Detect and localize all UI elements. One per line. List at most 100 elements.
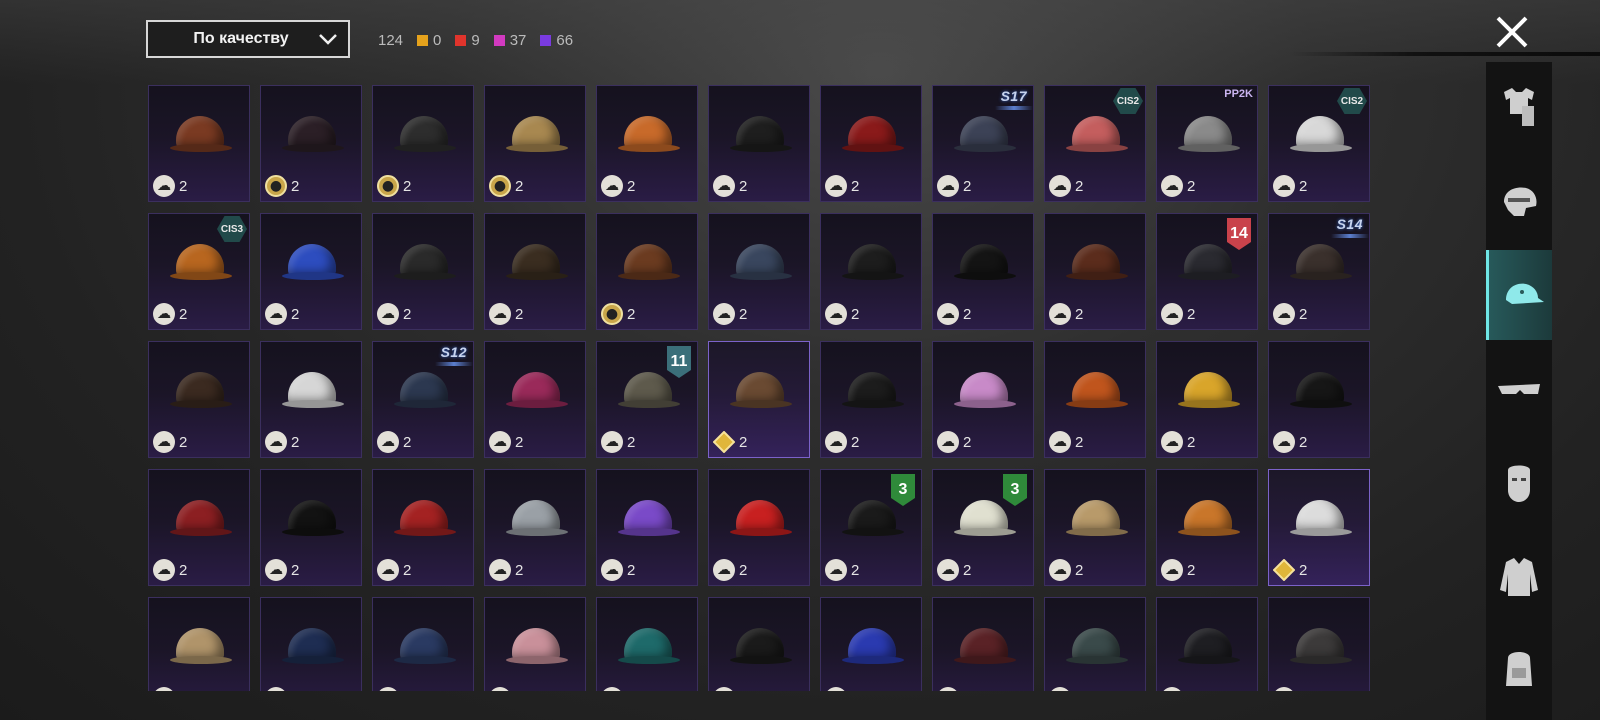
tier-swatch: [455, 34, 467, 46]
spiked-crown-icon: [394, 230, 456, 290]
sort-dropdown[interactable]: По качеству: [146, 20, 350, 58]
item-slot-red-bucket[interactable]: ☁ 2: [708, 469, 810, 586]
item-slot-maroon-fedora[interactable]: ☁2: [932, 597, 1034, 691]
tier-value: 9: [471, 31, 480, 49]
item-slot-gas-mask-hood[interactable]: ☁ 2: [820, 213, 922, 330]
item-slot-aviator-goggles-cap[interactable]: ☁2: [1268, 597, 1370, 691]
item-slot-blonde-horned-hair[interactable]: ● 2: [484, 85, 586, 202]
blonde-horned-hair-icon: [506, 102, 568, 162]
item-slot-shark-hood[interactable]: ☁ 2: [484, 469, 586, 586]
item-slot-space-helmet[interactable]: S12 ☁ 2: [372, 341, 474, 458]
cloud-icon: ☁: [1273, 175, 1295, 197]
item-slot-black-bucket-hat[interactable]: ☁2: [1156, 597, 1258, 691]
quantity-value: 2: [403, 305, 412, 323]
bucket-red-hair-icon: [842, 102, 904, 162]
item-quantity: ☁2: [1273, 175, 1307, 197]
tier-value: 66: [556, 31, 574, 49]
item-slot-teal-cap[interactable]: ☁2: [596, 597, 698, 691]
item-slot-cardboard-box[interactable]: ☁2: [148, 597, 250, 691]
item-slot-football-helmet[interactable]: ☁ 2: [1044, 341, 1146, 458]
quantity-value: 2: [851, 561, 860, 579]
item-slot-pink-beanie[interactable]: ☁2: [484, 597, 586, 691]
sidebar-item-jacket[interactable]: [1486, 532, 1552, 622]
item-slot-dark-cap[interactable]: ☁ 2: [1268, 341, 1370, 458]
item-slot-blue-baseball-cap[interactable]: ☁2: [820, 597, 922, 691]
cloud-icon: ☁: [153, 431, 175, 453]
item-slot-silver-bob-hair[interactable]: PP2K ☁ 2: [1156, 85, 1258, 202]
cloud-icon: ☁: [937, 175, 959, 197]
item-slot-white-headwrap[interactable]: ☁ 2: [260, 341, 362, 458]
item-slot-steampunk-hat[interactable]: ☁ 2: [484, 213, 586, 330]
item-slot-cake-hat[interactable]: ☁ 2: [1044, 469, 1146, 586]
cloud-icon: ☁: [601, 687, 623, 691]
item-slot-bucket-red-hair[interactable]: ☁ 2: [820, 85, 922, 202]
item-slot-yellow-bucket[interactable]: ☁ 2: [1156, 341, 1258, 458]
item-slot-leather-aviator[interactable]: 2: [708, 341, 810, 458]
item-slot-black-top-hat[interactable]: ☁ 2: [260, 469, 362, 586]
item-slot-pink-moto-helmet[interactable]: ☁ 2: [484, 341, 586, 458]
pink-moto-helmet-icon: [506, 358, 568, 418]
item-slot-black-fedora[interactable]: ☁ 2: [932, 213, 1034, 330]
item-slot-burger-hat[interactable]: ☁ 2: [1156, 469, 1258, 586]
item-quantity: ☁2: [153, 303, 187, 325]
item-slot-head-mirror[interactable]: 2: [1268, 469, 1370, 586]
item-slot-top-hat-goggles[interactable]: ☁ 2: [148, 341, 250, 458]
quantity-value: 2: [1299, 305, 1308, 323]
item-quantity: ☁2: [713, 175, 747, 197]
close-icon[interactable]: [1494, 14, 1530, 50]
item-slot-black-baseball-cap[interactable]: ☁ 2: [820, 341, 922, 458]
item-slot-black-fedora-2[interactable]: 3 ☁ 2: [820, 469, 922, 586]
item-slot-red-fedora[interactable]: ☁ 2: [372, 469, 474, 586]
plaid-bandana-icon: [1066, 614, 1128, 674]
jacket-icon: [1500, 558, 1538, 596]
item-slot-purple-flower-crown[interactable]: ☁ 2: [596, 469, 698, 586]
sidebar-item-headwear[interactable]: [1486, 250, 1552, 340]
item-slot-police-cap[interactable]: 14 ☁ 2: [1156, 213, 1258, 330]
black-print-cap-icon: [730, 614, 792, 674]
cap-icon: [1505, 283, 1544, 304]
cloud-icon: ☁: [265, 559, 287, 581]
cloud-icon: ☁: [377, 303, 399, 325]
item-slot-brown-hair[interactable]: ● 2: [596, 213, 698, 330]
cloud-icon: ☁: [937, 687, 959, 691]
chef-hat-mask-icon: [1290, 102, 1352, 162]
item-slot-cat-ears[interactable]: ☁ 2: [596, 85, 698, 202]
item-slot-cat-headphones[interactable]: ☁ 2: [932, 341, 1034, 458]
tier-swatch: [417, 34, 429, 46]
sidebar-item-outfit[interactable]: [1486, 62, 1552, 152]
item-slot-braided-hair[interactable]: ● 2: [260, 85, 362, 202]
item-slot-red-beret[interactable]: ☁ 2: [148, 469, 250, 586]
item-slot-spartan-helmet[interactable]: S14 ☁ 2: [1268, 213, 1370, 330]
item-slot-horned-helmet[interactable]: S17 ☁ 2: [932, 85, 1034, 202]
item-slot-pilot-cap[interactable]: ☁2: [260, 597, 362, 691]
item-slot-plaid-bandana[interactable]: ☁2: [1044, 597, 1146, 691]
sidebar-item-backpack[interactable]: [1486, 624, 1552, 714]
item-slot-aviator-helmet[interactable]: ☁ 2: [148, 85, 250, 202]
quantity-value: 2: [739, 690, 747, 692]
sidebar-item-glasses[interactable]: [1486, 344, 1552, 434]
sidebar-item-helmet[interactable]: [1486, 158, 1552, 248]
item-slot-blue-kufi[interactable]: ☁2: [372, 597, 474, 691]
item-slot-chef-hat-mask[interactable]: CIS2 ☁ 2: [1268, 85, 1370, 202]
pilot-cap-icon: [282, 614, 344, 674]
item-slot-blue-batting-helmet[interactable]: ☁ 2: [260, 213, 362, 330]
item-slot-black-cap[interactable]: ● 2: [372, 85, 474, 202]
item-slot-striped-beanie[interactable]: CIS2 ☁ 2: [1044, 85, 1146, 202]
item-slot-spiked-crown[interactable]: ☁ 2: [372, 213, 474, 330]
space-helmet-icon: [394, 358, 456, 418]
item-slot-camo-bucket[interactable]: 11 ☁ 2: [596, 341, 698, 458]
item-slot-navy-cap[interactable]: ☁ 2: [708, 213, 810, 330]
item-quantity: ☁2: [937, 559, 971, 581]
quantity-value: 2: [963, 177, 972, 195]
sidebar-item-face[interactable]: [1486, 438, 1552, 528]
item-slot-lamp-helmet[interactable]: CIS3 ☁ 2: [148, 213, 250, 330]
item-slot-black-print-cap[interactable]: ☁2: [708, 597, 810, 691]
quantity-value: 2: [291, 433, 300, 451]
coin-icon: ●: [377, 175, 399, 197]
item-quantity: ☁2: [1161, 687, 1195, 691]
item-slot-clown-mask-hair[interactable]: ☁ 2: [1044, 213, 1146, 330]
item-slot-black-snapback[interactable]: ☁ 2: [708, 85, 810, 202]
shark-hood-icon: [506, 486, 568, 546]
cloud-icon: ☁: [713, 175, 735, 197]
item-slot-white-flower-crown[interactable]: 3 ☁ 2: [932, 469, 1034, 586]
